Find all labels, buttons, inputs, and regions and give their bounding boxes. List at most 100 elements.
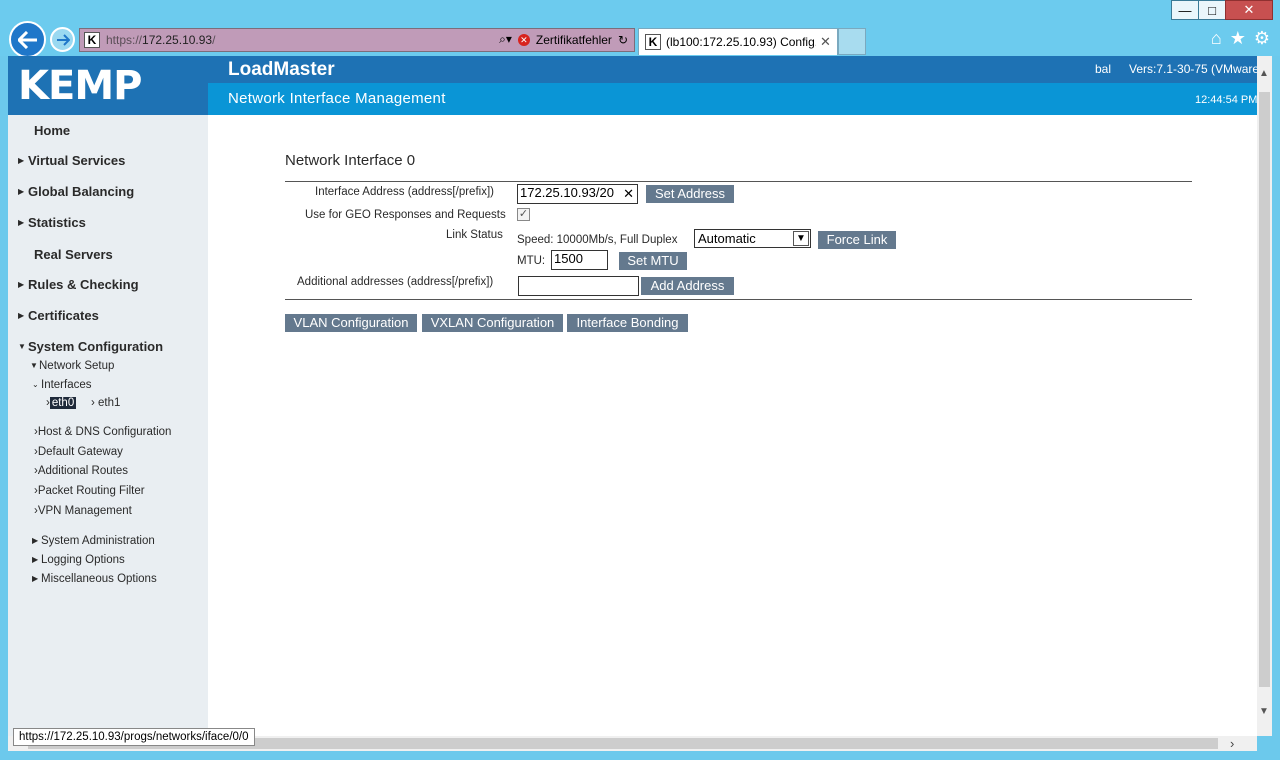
favorites-star-icon[interactable]: ★ [1230, 28, 1246, 49]
sidebar-item-global-balancing[interactable]: ▶ Global Balancing [18, 184, 134, 199]
sidebar-item-host-dns[interactable]: ›Host & DNS Configuration [34, 426, 171, 438]
force-link-button[interactable]: Force Link [818, 231, 896, 249]
add-address-button[interactable]: Add Address [641, 277, 734, 295]
additional-address-input[interactable] [518, 276, 639, 296]
sidebar-item-label: Rules & Checking [28, 277, 139, 292]
cert-error-label[interactable]: Zertifikatfehler [536, 33, 612, 47]
sidebar-item-label: Additional Routes [37, 465, 128, 477]
clock: 12:44:54 PM [1195, 94, 1257, 106]
close-window-button[interactable]: ✕ [1225, 0, 1273, 20]
sidebar-item-interfaces[interactable]: ⌄ Interfaces [32, 379, 92, 391]
forward-arrow-icon [56, 33, 70, 46]
sidebar-item-logging-options[interactable]: ▶ Logging Options [32, 554, 125, 566]
sidebar-item-certificates[interactable]: ▶ Certificates [18, 308, 99, 323]
sidebar-item-misc-options[interactable]: ▶ Miscellaneous Options [32, 573, 157, 585]
sidebar-item-eth0[interactable]: › eth0 [46, 397, 77, 409]
status-url-tooltip: https://172.25.10.93/progs/networks/ifac… [13, 728, 255, 746]
address-bar[interactable]: K https://172.25.10.93/ ⌕▾ ✕ Zertifikatf… [79, 28, 635, 52]
sidebar-item-default-gateway[interactable]: ›Default Gateway [34, 446, 123, 458]
chevron-down-icon: ⌄ [32, 380, 39, 389]
sidebar-item-label: Virtual Services [28, 153, 126, 168]
browser-tab-active[interactable]: K (lb100:172.25.10.93) Config... ✕ [638, 28, 838, 55]
sidebar-item-packet-routing-filter[interactable]: ›Packet Routing Filter [34, 485, 145, 497]
sidebar-item-label: System Configuration [28, 339, 164, 354]
vxlan-configuration-button[interactable]: VXLAN Configuration [422, 314, 563, 332]
vertical-scroll-thumb[interactable] [1259, 92, 1270, 687]
sidebar-item-network-setup[interactable]: ▼Network Setup [30, 360, 114, 372]
new-tab-button[interactable] [838, 28, 866, 55]
address-bar-tools: ⌕▾ ✕ Zertifikatfehler ↻ [499, 32, 628, 47]
back-arrow-icon [17, 30, 37, 49]
page-title: Network Interface Management [228, 90, 446, 107]
search-icon[interactable]: ⌕▾ [499, 32, 512, 47]
sidebar-item-system-configuration[interactable]: ▼ System Configuration [18, 339, 163, 354]
settings-gear-icon[interactable]: ⚙ [1254, 28, 1270, 49]
mtu-label: MTU: [517, 255, 546, 267]
url-path: / [212, 33, 216, 47]
scroll-down-icon[interactable]: ▼ [1259, 706, 1269, 717]
scroll-up-icon[interactable]: ▲ [1259, 68, 1269, 79]
sidebar-item-label: Packet Routing Filter [37, 485, 145, 497]
sidebar-item-label: eth0 [49, 397, 77, 409]
expand-triangle-icon: ▶ [18, 187, 25, 196]
mtu-input[interactable]: 1500 [551, 250, 608, 270]
page-viewport: KEMP LoadMaster Network Interface Manage… [8, 56, 1257, 736]
mtu-value: 1500 [554, 251, 583, 266]
sidebar-item-statistics[interactable]: ▶ Statistics [18, 215, 86, 230]
home-icon[interactable]: ⌂ [1211, 28, 1222, 49]
expand-triangle-icon: ▶ [18, 280, 25, 289]
maximize-button[interactable]: □ [1198, 0, 1226, 20]
scroll-right-icon[interactable]: › [1230, 736, 1234, 751]
expand-triangle-icon: ▶ [32, 574, 39, 583]
browser-chrome: — □ ✕ K https://172.25.10.93/ ⌕▾ ✕ Zerti… [0, 0, 1280, 58]
back-button[interactable] [9, 21, 46, 58]
sidebar-item-home[interactable]: Home [34, 123, 70, 138]
sidebar-item-virtual-services[interactable]: ▶ Virtual Services [18, 153, 125, 168]
sidebar-item-label: Real Servers [34, 247, 113, 262]
refresh-icon[interactable]: ↻ [618, 33, 628, 47]
minimize-button[interactable]: — [1171, 0, 1199, 20]
sidebar-item-label: VPN Management [37, 505, 132, 517]
sidebar-item-label: Miscellaneous Options [41, 573, 157, 585]
kemp-logo: KEMP [18, 62, 142, 109]
sidebar-item-label: Interfaces [41, 379, 92, 391]
sidebar-item-label: Host & DNS Configuration [37, 426, 172, 438]
vlan-configuration-button[interactable]: VLAN Configuration [285, 314, 417, 332]
link-mode-value: Automatic [698, 231, 756, 246]
set-mtu-button[interactable]: Set MTU [619, 252, 687, 270]
speed-text: Speed: 10000Mb/s, Full Duplex [517, 234, 678, 246]
chevron-down-icon: ▼ [793, 231, 809, 246]
set-address-button[interactable]: Set Address [646, 185, 734, 203]
cert-error-icon[interactable]: ✕ [517, 33, 530, 46]
forward-button[interactable] [50, 27, 75, 52]
app-title: LoadMaster [228, 59, 335, 80]
sidebar-item-vpn-management[interactable]: ›VPN Management [34, 505, 132, 517]
url-protocol: https:// [106, 33, 143, 47]
sidebar-item-label: Global Balancing [28, 184, 135, 199]
url-text[interactable]: https://172.25.10.93/ [106, 33, 215, 47]
main-content: Network Interface 0 Interface Address (a… [208, 115, 1257, 736]
link-status-label: Link Status [446, 229, 503, 241]
link-mode-select[interactable]: Automatic ▼ [694, 229, 811, 248]
sidebar-item-rules-checking[interactable]: ▶ Rules & Checking [18, 277, 139, 292]
geo-checkbox[interactable]: ✓ [517, 208, 530, 221]
divider-top [285, 181, 1192, 182]
additional-addresses-label: Additional addresses (address[/prefix]) [297, 276, 494, 288]
iface-address-value: 172.25.10.93/20 [520, 185, 614, 200]
vertical-scrollbar[interactable]: ▲ ▼ [1257, 56, 1272, 736]
user-name: bal [1095, 62, 1112, 76]
iface-address-label: Interface Address (address[/prefix]) [315, 186, 494, 198]
interface-bonding-button[interactable]: Interface Bonding [567, 314, 688, 332]
browser-toolbar-icons: ⌂ ★ ⚙ [1211, 28, 1270, 49]
sidebar-item-label: Statistics [28, 215, 86, 230]
sidebar-item-eth1[interactable]: › eth1 [91, 397, 120, 409]
expand-triangle-icon: ▶ [32, 536, 39, 545]
sidebar-item-system-administration[interactable]: ▶ System Administration [32, 535, 155, 547]
collapse-triangle-icon: ▼ [30, 361, 38, 370]
tab-close-icon[interactable]: ✕ [820, 34, 831, 50]
clear-input-icon[interactable]: ✕ [623, 186, 634, 202]
sidebar-item-real-servers[interactable]: Real Servers [34, 247, 113, 262]
sidebar-item-additional-routes[interactable]: ›Additional Routes [34, 465, 128, 477]
iface-address-input[interactable]: 172.25.10.93/20 ✕ [517, 184, 638, 204]
checkmark-icon: ✓ [518, 208, 529, 220]
